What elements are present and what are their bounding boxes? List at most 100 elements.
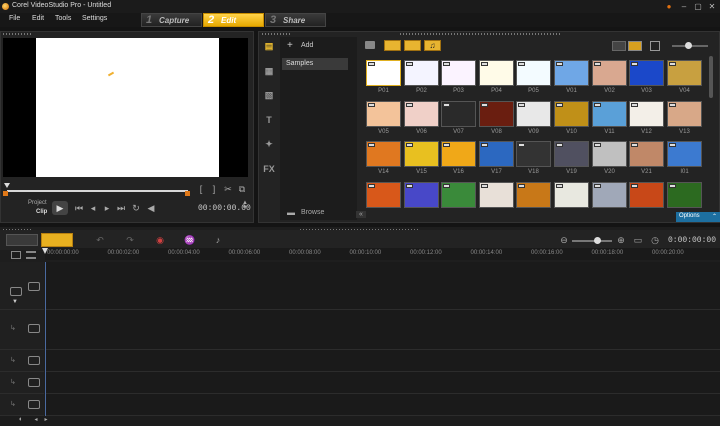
- scrubber-bar[interactable]: [7, 190, 188, 192]
- library-thumbnail[interactable]: [479, 141, 514, 167]
- zoom-out-icon[interactable]: ⊖: [559, 235, 569, 246]
- menu-file[interactable]: File: [9, 15, 20, 22]
- title-track[interactable]: [45, 350, 720, 372]
- playhead-marker[interactable]: [42, 248, 48, 254]
- timeline-view-button[interactable]: [41, 233, 73, 247]
- menu-settings[interactable]: Settings: [82, 15, 107, 22]
- scrubber-handle[interactable]: [4, 183, 10, 188]
- redo-icon[interactable]: ↷: [124, 235, 136, 246]
- menu-tools[interactable]: Tools: [55, 15, 71, 22]
- library-thumbnail[interactable]: [479, 101, 514, 127]
- library-thumbnail[interactable]: [629, 60, 664, 86]
- library-thumbnail[interactable]: [667, 141, 702, 167]
- split-clip-icon[interactable]: ✂: [223, 184, 233, 195]
- folder-samples[interactable]: Samples: [282, 58, 348, 70]
- library-thumbnail[interactable]: [404, 141, 439, 167]
- library-thumbnail[interactable]: [479, 182, 514, 208]
- tab-edit[interactable]: 2 Edit: [203, 13, 264, 27]
- library-thumbnail[interactable]: [366, 182, 401, 208]
- browse-icon[interactable]: ▬: [287, 208, 295, 217]
- transition-icon[interactable]: ▧: [261, 90, 277, 102]
- add-icon[interactable]: +: [287, 40, 293, 51]
- maximize-button[interactable]: ▢: [692, 1, 704, 12]
- close-button[interactable]: ✕: [706, 1, 718, 12]
- library-thumbnail[interactable]: [441, 182, 476, 208]
- video-track-mute-icon[interactable]: [28, 282, 40, 291]
- library-thumbnail[interactable]: [516, 182, 551, 208]
- library-thumbnail[interactable]: [366, 60, 401, 86]
- library-thumbnail[interactable]: [516, 60, 551, 86]
- enlarge-icon[interactable]: ⧉: [237, 184, 247, 195]
- library-thumbnail[interactable]: [592, 141, 627, 167]
- video-track[interactable]: [45, 262, 720, 310]
- timeline-ruler[interactable]: 00:00:00:00 00:00:02:00 00:00:04:00 00:00:0…: [45, 248, 720, 260]
- zoom-slider-handle[interactable]: [594, 237, 601, 244]
- link-icon[interactable]: ↳: [10, 378, 16, 386]
- end-icon[interactable]: ⏭: [116, 203, 126, 214]
- home-icon[interactable]: ⏮: [74, 203, 84, 214]
- project-duration-icon[interactable]: ◷: [650, 235, 660, 246]
- mark-out-marker[interactable]: [185, 191, 190, 196]
- play-button[interactable]: ▶: [52, 201, 68, 215]
- library-thumbnail[interactable]: [554, 60, 589, 86]
- mark-in-button[interactable]: [: [196, 184, 206, 194]
- link-icon[interactable]: ↳: [10, 400, 16, 408]
- timeline-timecode[interactable]: 0:00:00:00: [668, 236, 716, 245]
- folder-icon[interactable]: [365, 41, 375, 49]
- library-thumbnail[interactable]: [554, 101, 589, 127]
- sort-icon[interactable]: [650, 41, 660, 51]
- mode-project[interactable]: Project: [28, 200, 47, 206]
- scroll-right-icon[interactable]: ▸: [42, 416, 50, 423]
- link-icon[interactable]: ↳: [10, 356, 16, 364]
- library-thumbnail[interactable]: [441, 101, 476, 127]
- chapter-point-icon[interactable]: [26, 251, 36, 259]
- track-expand-icon[interactable]: ▼: [12, 299, 18, 305]
- library-thumbnail[interactable]: [404, 182, 439, 208]
- scroll-toggle-icon[interactable]: ◐: [14, 416, 28, 423]
- panel-grip[interactable]: [262, 33, 292, 35]
- library-thumbnail[interactable]: [516, 141, 551, 167]
- panel-grip[interactable]: [400, 33, 560, 35]
- menu-edit[interactable]: Edit: [32, 15, 44, 22]
- library-thumbnail[interactable]: [441, 60, 476, 86]
- library-thumbnail[interactable]: [366, 101, 401, 127]
- overlay-track[interactable]: [45, 310, 720, 350]
- library-thumbnail[interactable]: [366, 141, 401, 167]
- music-track[interactable]: [45, 394, 720, 416]
- fit-project-icon[interactable]: ▭: [633, 235, 643, 246]
- library-thumbnail[interactable]: [667, 182, 702, 208]
- tab-capture[interactable]: 1 Capture: [141, 13, 202, 27]
- library-thumbnail[interactable]: [554, 182, 589, 208]
- undo-icon[interactable]: ↶: [94, 235, 106, 246]
- storyboard-view-button[interactable]: [6, 234, 38, 246]
- volume-icon[interactable]: ◀: [146, 203, 156, 214]
- library-thumbnail[interactable]: [667, 60, 702, 86]
- library-thumbnail[interactable]: [441, 141, 476, 167]
- library-scrollbar[interactable]: [709, 56, 713, 98]
- help-icon[interactable]: ●: [663, 1, 675, 12]
- library-thumbnail[interactable]: [592, 60, 627, 86]
- timecode-spinner[interactable]: ▲ ▼: [241, 200, 249, 211]
- mark-in-marker[interactable]: [3, 191, 8, 196]
- library-thumbnail[interactable]: [592, 101, 627, 127]
- library-thumbnail[interactable]: [516, 101, 551, 127]
- library-thumbnail[interactable]: [667, 101, 702, 127]
- media-library-icon[interactable]: ▤: [261, 41, 277, 53]
- library-thumbnail[interactable]: [629, 182, 664, 208]
- record-capture-icon[interactable]: ◉: [154, 235, 166, 246]
- panel-grip[interactable]: [3, 33, 33, 35]
- library-thumbnail[interactable]: [554, 141, 589, 167]
- repeat-icon[interactable]: ↻: [131, 203, 141, 214]
- library-thumbnail[interactable]: [479, 60, 514, 86]
- instant-project-icon[interactable]: ▦: [261, 66, 277, 78]
- sound-mixer-icon[interactable]: ♒: [184, 235, 196, 246]
- voice-track[interactable]: [45, 372, 720, 394]
- show-audio-icon[interactable]: ♫: [424, 40, 441, 51]
- zoom-in-icon[interactable]: ⊕: [616, 235, 626, 246]
- show-photos-icon[interactable]: [404, 40, 421, 51]
- zoom-slider[interactable]: [572, 240, 612, 242]
- tab-share[interactable]: 3 Share: [265, 13, 326, 27]
- graphic-icon[interactable]: ✦: [261, 139, 277, 151]
- library-thumbnail[interactable]: [592, 182, 627, 208]
- minimize-button[interactable]: –: [678, 1, 690, 12]
